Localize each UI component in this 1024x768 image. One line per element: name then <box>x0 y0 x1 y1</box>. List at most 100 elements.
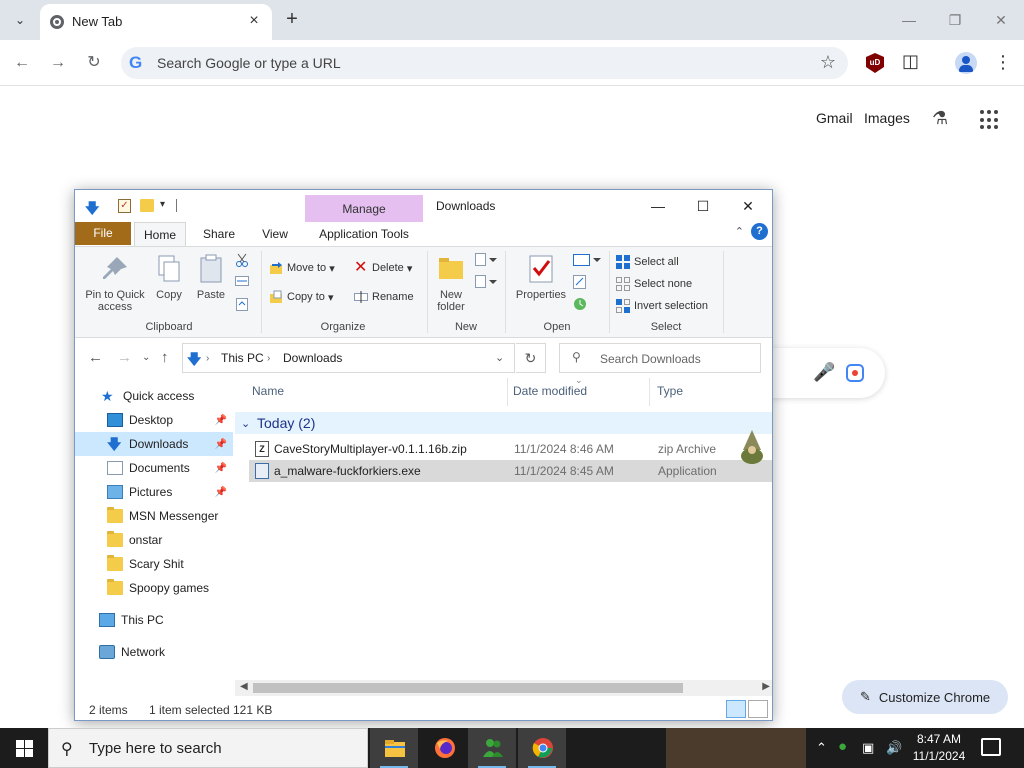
column-separator[interactable] <box>649 378 650 406</box>
properties-button[interactable]: Properties <box>511 253 571 301</box>
pin-quick-access-button[interactable]: Pin to Quick access <box>81 253 149 313</box>
scroll-right-icon[interactable]: ▶ <box>762 681 770 692</box>
address-bar[interactable]: 🡇 › This PC › Downloads ⌄ <box>182 343 515 373</box>
gmail-link[interactable]: Gmail <box>816 110 853 126</box>
search-downloads-input[interactable]: ⚲ Search Downloads <box>559 343 761 373</box>
up-level-icon[interactable]: ↑ <box>161 349 169 366</box>
extensions-puzzle-icon[interactable]: ◫ <box>902 51 919 72</box>
nav-item-pictures[interactable]: Pictures 📌 <box>75 480 233 504</box>
group-collapse-icon[interactable]: ⌄ <box>241 417 250 430</box>
taskbar-firefox[interactable] <box>420 728 468 768</box>
google-apps-icon[interactable] <box>980 110 1000 130</box>
tab-home[interactable]: Home <box>134 222 186 246</box>
images-link[interactable]: Images <box>864 110 910 126</box>
tab-search-button[interactable]: ⌄ <box>8 8 32 32</box>
open-icon[interactable] <box>573 253 601 267</box>
explorer-maximize-button[interactable]: ☐ <box>681 194 725 218</box>
taskbar-clock[interactable]: 8:47 AM 11/1/2024 <box>908 731 970 765</box>
explorer-forward-icon[interactable]: → <box>117 349 132 366</box>
nav-network[interactable]: Network <box>75 640 233 664</box>
tab-view[interactable]: View <box>253 222 297 246</box>
copy-button[interactable]: Copy <box>151 253 187 301</box>
tab-new-tab[interactable]: New Tab × <box>40 4 272 40</box>
back-button[interactable]: ← <box>9 50 35 76</box>
explorer-minimize-button[interactable]: — <box>636 194 680 218</box>
explorer-close-button[interactable]: ✕ <box>726 194 770 218</box>
taskbar-search-input[interactable]: ⚲ Type here to search <box>48 728 368 768</box>
nav-item-scary-shit[interactable]: Scary Shit <box>75 552 233 576</box>
breadcrumb-this-pc[interactable]: This PC <box>221 351 264 365</box>
tab-close-icon[interactable]: × <box>244 11 264 31</box>
omnibox[interactable]: G Search Google or type a URL ☆ <box>121 47 848 79</box>
tab-application-tools[interactable]: Application Tools <box>305 222 423 246</box>
restore-button[interactable]: ❐ <box>935 6 975 34</box>
details-view-icon[interactable] <box>726 700 746 718</box>
breadcrumb-downloads[interactable]: Downloads <box>283 351 342 365</box>
horizontal-scrollbar[interactable]: ◀ ▶ <box>235 680 772 696</box>
volume-tray-icon[interactable]: 🔊 <box>886 740 902 756</box>
msn-tray-icon[interactable]: ● <box>838 738 847 755</box>
customize-chrome-button[interactable]: ✎ Customize Chrome <box>842 680 1008 714</box>
nav-item-spoopy-games[interactable]: Spoopy games <box>75 576 233 600</box>
refresh-button[interactable]: ↻ <box>516 343 546 373</box>
nav-quick-access[interactable]: ★ Quick access <box>75 384 233 408</box>
cut-icon[interactable] <box>235 253 249 267</box>
select-all-button[interactable]: Select all <box>616 255 679 269</box>
file-row[interactable]: a_malware-fuckforkiers.exe 11/1/2024 8:4… <box>249 460 772 482</box>
new-folder-quick-icon[interactable] <box>140 199 154 212</box>
taskbar-file-explorer[interactable] <box>370 728 418 768</box>
column-header-name[interactable]: Name <box>252 384 284 398</box>
close-button[interactable]: ✕ <box>981 6 1021 34</box>
properties-quick-icon[interactable]: ✓ <box>118 199 131 213</box>
paste-shortcut-icon[interactable] <box>235 297 249 311</box>
column-separator[interactable] <box>507 378 508 406</box>
voice-search-icon[interactable]: 🎤 <box>813 362 835 383</box>
scroll-left-icon[interactable]: ◀ <box>240 681 248 692</box>
paste-button[interactable]: Paste <box>193 253 229 301</box>
nav-item-onstar[interactable]: onstar <box>75 528 233 552</box>
notifications-icon[interactable] <box>981 738 1001 756</box>
google-lens-icon[interactable] <box>846 364 864 382</box>
explorer-back-icon[interactable]: ← <box>88 349 103 366</box>
new-item-icon[interactable] <box>475 253 497 267</box>
taskbar-chrome[interactable] <box>518 728 566 768</box>
easy-access-icon[interactable] <box>475 275 497 289</box>
column-header-type[interactable]: Type <box>657 384 683 398</box>
file-row[interactable]: Z CaveStoryMultiplayer-v0.1.1.16b.zip 11… <box>249 438 772 460</box>
labs-flask-icon[interactable]: ⚗ <box>932 108 948 129</box>
large-icons-view-icon[interactable] <box>748 700 768 718</box>
scrollbar-thumb[interactable] <box>253 683 683 693</box>
reload-button[interactable]: ↻ <box>81 50 107 76</box>
taskbar-msn-messenger[interactable] <box>468 728 516 768</box>
breadcrumb-chevron-icon[interactable]: › <box>206 353 209 364</box>
nav-item-documents[interactable]: Documents 📌 <box>75 456 233 480</box>
new-folder-button[interactable]: New folder <box>431 253 471 313</box>
recent-locations-icon[interactable]: ⌄ <box>142 352 150 363</box>
edit-icon[interactable] <box>573 275 587 289</box>
network-tray-icon[interactable]: ▣ <box>862 740 874 756</box>
new-tab-button[interactable]: + <box>280 8 304 32</box>
nav-item-msn-messenger[interactable]: MSN Messenger <box>75 504 233 528</box>
delete-button[interactable]: ✕ Delete ▾ <box>354 260 412 276</box>
forward-button[interactable]: → <box>45 50 71 76</box>
column-header-date[interactable]: Date modified <box>513 384 587 398</box>
start-windows-icon[interactable] <box>0 728 48 768</box>
rename-button[interactable]: Rename <box>354 290 414 304</box>
help-icon[interactable]: ? <box>751 223 768 240</box>
quick-access-dropdown-icon[interactable]: ▾ <box>160 199 165 210</box>
address-dropdown-icon[interactable]: ⌄ <box>495 351 504 364</box>
profile-avatar-icon[interactable] <box>955 52 977 74</box>
group-header-today[interactable]: ⌄ Today (2) <box>235 412 772 434</box>
show-hidden-icons-icon[interactable]: ⌃ <box>816 740 827 756</box>
chrome-menu-icon[interactable]: ⋮ <box>994 51 1012 73</box>
nav-item-desktop[interactable]: Desktop 📌 <box>75 408 233 432</box>
copy-to-button[interactable]: Copy to ▾ <box>269 290 334 304</box>
bookmark-star-icon[interactable]: ☆ <box>820 52 836 73</box>
invert-selection-button[interactable]: Invert selection <box>616 299 708 313</box>
manage-context-tab[interactable]: Manage <box>305 195 423 222</box>
nav-this-pc[interactable]: This PC <box>75 608 233 632</box>
nav-item-downloads[interactable]: 🡇 Downloads 📌 <box>75 432 233 456</box>
history-icon[interactable] <box>573 297 587 311</box>
breadcrumb-chevron-icon[interactable]: › <box>267 353 270 364</box>
select-none-button[interactable]: Select none <box>616 277 692 291</box>
